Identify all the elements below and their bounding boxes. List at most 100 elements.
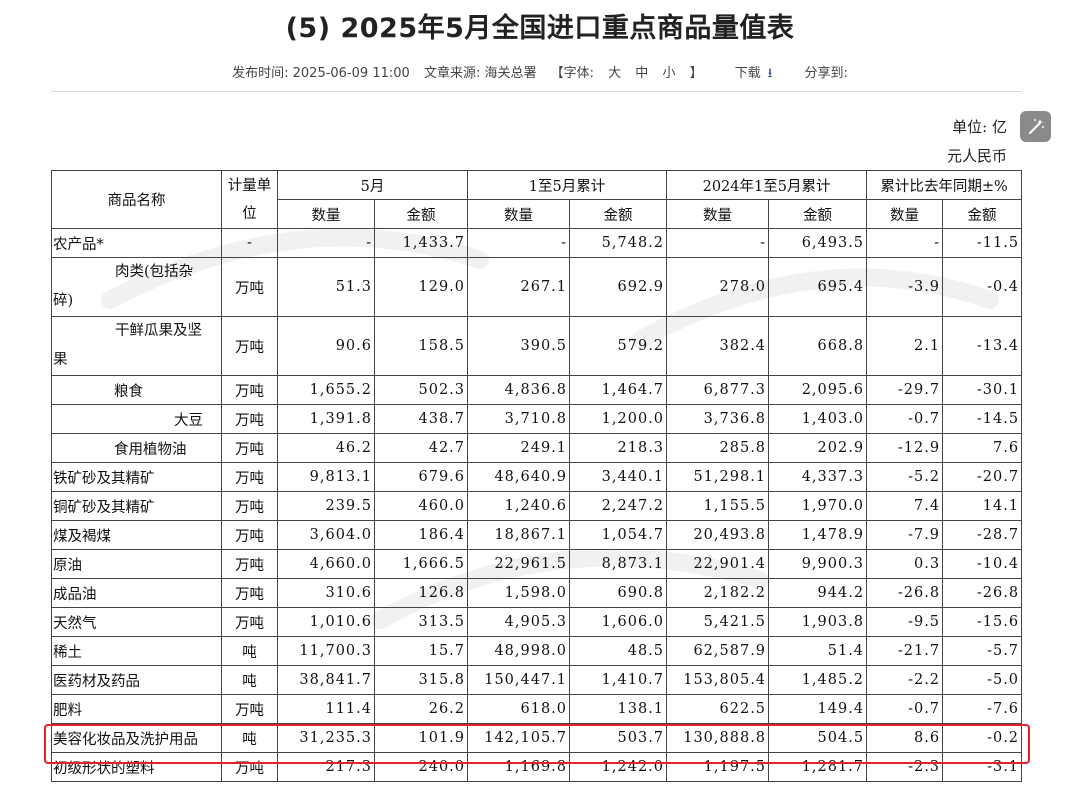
cell-yoy-qty: 2.1 bbox=[866, 316, 944, 376]
download-icon: ⭳ bbox=[767, 66, 773, 81]
cell-yoy-amt: -3.1 bbox=[942, 752, 1023, 782]
cell-commodity-name: 医药材及药品 bbox=[51, 665, 222, 695]
cell-yoy-amt: -14.5 bbox=[942, 404, 1023, 434]
cell-yoy-amt: -15.6 bbox=[942, 607, 1023, 637]
font-size-label-close: 】 bbox=[689, 66, 703, 81]
cell-yoy-qty: -5.2 bbox=[866, 462, 944, 492]
download-link[interactable]: 下载 ⭳ bbox=[730, 66, 778, 81]
cell-unit: 万吨 bbox=[221, 462, 278, 492]
cell-prev-amt: 695.4 bbox=[768, 257, 868, 317]
table-row: 煤及褐煤 万吨 3,604.0 186.4 18,867.1 1,054.7 20,493.… bbox=[51, 520, 1023, 550]
cell-prev-qty: 285.8 bbox=[666, 433, 770, 463]
unit-note: 单位: 亿 元人民币 bbox=[927, 113, 1007, 171]
header-ytd: 1至5月累计 bbox=[467, 170, 668, 200]
unit-note-line1: 单位: 亿 bbox=[952, 118, 1007, 136]
cell-ytd-amt: 1,054.7 bbox=[569, 520, 668, 550]
cell-yoy-amt: -0.4 bbox=[942, 257, 1023, 317]
cell-commodity-name: 成品油 bbox=[51, 578, 222, 608]
cell-commodity-name: 粮食 bbox=[51, 375, 222, 405]
cell-yoy-amt: -20.7 bbox=[942, 462, 1023, 492]
cell-prev-qty: 5,421.5 bbox=[666, 607, 770, 637]
cell-commodity-name: 煤及褐煤 bbox=[51, 520, 222, 550]
cell-prev-qty: 3,736.8 bbox=[666, 404, 770, 434]
cell-ytd-amt: 218.3 bbox=[569, 433, 668, 463]
magic-wand-icon bbox=[1028, 118, 1044, 134]
cell-unit: 万吨 bbox=[221, 433, 278, 463]
cell-may-amt: 1,666.5 bbox=[373, 549, 469, 579]
cell-unit: 万吨 bbox=[221, 578, 278, 608]
cell-ytd-amt: 692.9 bbox=[569, 257, 668, 317]
cell-prev-qty: - bbox=[666, 228, 770, 258]
cell-may-qty: 11,700.3 bbox=[277, 636, 375, 666]
cell-prev-qty: 278.0 bbox=[666, 257, 770, 317]
commodity-name-line2: 碎) bbox=[53, 293, 74, 309]
cell-yoy-qty: -7.9 bbox=[866, 520, 944, 550]
cell-ytd-amt: 48.5 bbox=[569, 636, 668, 666]
cell-prev-amt: 4,337.3 bbox=[768, 462, 868, 492]
font-size-medium-link[interactable]: 中 bbox=[635, 66, 648, 81]
cell-yoy-qty: -0.7 bbox=[866, 404, 944, 434]
table-row: 成品油 万吨 310.6 126.8 1,598.0 690.8 2,182.2 944.2-… bbox=[51, 578, 1023, 608]
header-amt: 金额 bbox=[768, 199, 868, 229]
font-size-large-link[interactable]: 大 bbox=[608, 66, 621, 81]
cell-prev-qty: 153,805.4 bbox=[666, 665, 770, 695]
cell-may-qty: 9,813.1 bbox=[277, 462, 375, 492]
cell-unit: 万吨 bbox=[221, 607, 278, 637]
import-commodities-table: 商品名称 计量单位 5月 1至5月累计 2024年1至5月累计 累计比去年同期±… bbox=[51, 170, 1023, 782]
cell-ytd-qty: 1,240.6 bbox=[467, 491, 571, 521]
cell-ytd-amt: 1,242.0 bbox=[569, 752, 668, 782]
cell-ytd-qty: 267.1 bbox=[467, 257, 571, 317]
cell-yoy-qty: -9.5 bbox=[866, 607, 944, 637]
cell-ytd-qty: 18,867.1 bbox=[467, 520, 571, 550]
cell-may-amt: 129.0 bbox=[373, 257, 469, 317]
font-size-small-link[interactable]: 小 bbox=[662, 66, 675, 81]
cell-may-amt: 438.7 bbox=[373, 404, 469, 434]
cell-may-amt: 158.5 bbox=[373, 316, 469, 376]
cell-ytd-qty: 48,640.9 bbox=[467, 462, 571, 492]
cell-yoy-amt: -7.6 bbox=[942, 694, 1023, 724]
cell-yoy-qty: - bbox=[866, 228, 944, 258]
cell-commodity-name: 美容化妆品及洗护用品 bbox=[51, 723, 222, 753]
cell-yoy-qty: 0.3 bbox=[866, 549, 944, 579]
cell-prev-amt: 1,403.0 bbox=[768, 404, 868, 434]
cell-commodity-name: 天然气 bbox=[51, 607, 222, 637]
cell-prev-qty: 2,182.2 bbox=[666, 578, 770, 608]
cell-commodity-name: 农产品* bbox=[51, 228, 222, 258]
cell-ytd-amt: 1,464.7 bbox=[569, 375, 668, 405]
cell-ytd-qty: 1,169.8 bbox=[467, 752, 571, 782]
commodity-name-line1: 肉类(包括杂 bbox=[115, 264, 194, 280]
header-may: 5月 bbox=[276, 170, 469, 200]
cell-ytd-qty: 249.1 bbox=[467, 433, 571, 463]
header-qty: 数量 bbox=[467, 199, 571, 229]
table-row: 原油 万吨 4,660.0 1,666.5 22,961.5 8,873.1 22,901.… bbox=[51, 549, 1023, 579]
table-row: 肉类(包括杂 碎) 万吨 51.3 129.0 267.1 692.9 278.0 695.4-… bbox=[51, 257, 1023, 317]
cell-may-amt: 240.0 bbox=[373, 752, 469, 782]
header-qty: 数量 bbox=[866, 199, 944, 229]
cell-prev-amt: 202.9 bbox=[768, 433, 868, 463]
cell-unit: 万吨 bbox=[221, 316, 278, 376]
cell-may-amt: 313.5 bbox=[373, 607, 469, 637]
cell-commodity-name: 初级形状的塑料 bbox=[51, 752, 222, 782]
cell-yoy-qty: -26.8 bbox=[866, 578, 944, 608]
header-name: 商品名称 bbox=[51, 170, 222, 229]
cell-may-qty: 3,604.0 bbox=[277, 520, 375, 550]
cell-may-qty: 1,010.6 bbox=[277, 607, 375, 637]
cell-ytd-qty: 1,598.0 bbox=[467, 578, 571, 608]
cell-unit: 吨 bbox=[221, 723, 278, 753]
cell-prev-amt: 1,478.9 bbox=[768, 520, 868, 550]
cell-prev-qty: 20,493.8 bbox=[666, 520, 770, 550]
cell-may-qty: 46.2 bbox=[277, 433, 375, 463]
cell-unit: 万吨 bbox=[221, 257, 278, 317]
cell-may-qty: 1,655.2 bbox=[277, 375, 375, 405]
cell-ytd-amt: 3,440.1 bbox=[569, 462, 668, 492]
cell-yoy-amt: -10.4 bbox=[942, 549, 1023, 579]
cell-ytd-qty: 22,961.5 bbox=[467, 549, 571, 579]
cell-prev-amt: 6,493.5 bbox=[768, 228, 868, 258]
table-row: 大豆 万吨 1,391.8 438.7 3,710.8 1,200.0 3,736.8 1,4… bbox=[51, 404, 1023, 434]
magic-wand-button[interactable] bbox=[1020, 111, 1051, 142]
table-row: 天然气 万吨 1,010.6 313.5 4,905.3 1,606.0 5,421.5 1,… bbox=[51, 607, 1023, 637]
cell-prev-qty: 1,197.5 bbox=[666, 752, 770, 782]
cell-prev-qty: 6,877.3 bbox=[666, 375, 770, 405]
header-qty: 数量 bbox=[666, 199, 770, 229]
cell-may-amt: 101.9 bbox=[373, 723, 469, 753]
